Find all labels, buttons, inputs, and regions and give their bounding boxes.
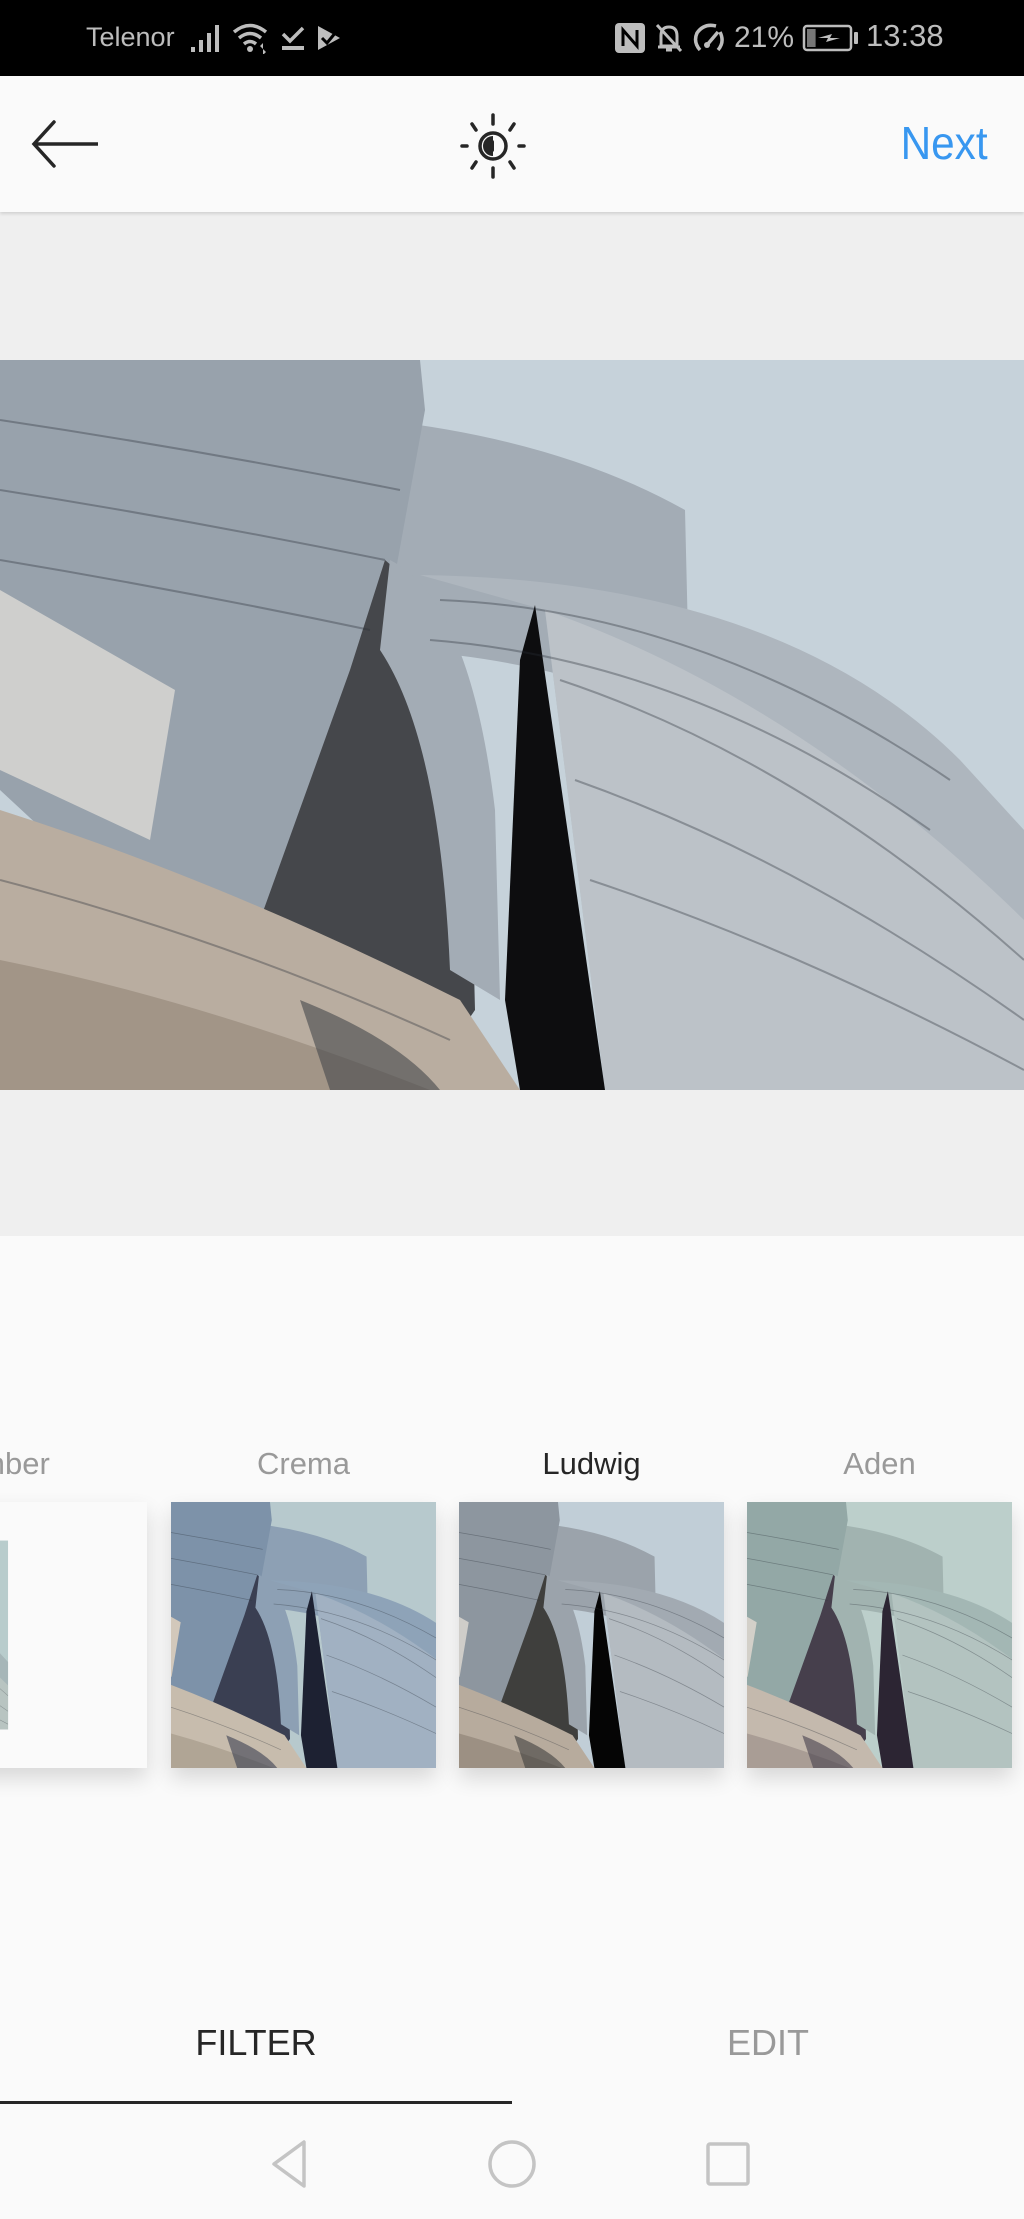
system-nav-bar xyxy=(0,2106,1024,2219)
tab-edit[interactable]: EDIT xyxy=(512,1990,1024,2106)
back-triangle-icon[interactable] xyxy=(262,2134,322,2194)
carrier-name: Telenor xyxy=(86,22,175,52)
nfc-icon xyxy=(615,23,645,53)
battery-charging-icon xyxy=(802,24,859,52)
status-right-icons: 21% xyxy=(614,20,860,56)
recents-square-icon[interactable] xyxy=(698,2134,758,2194)
tab-filter[interactable]: FILTER xyxy=(0,1990,512,2106)
lux-brightness-icon[interactable] xyxy=(458,111,528,181)
filter-label-crema: Crema xyxy=(256,1446,350,1481)
bell-off-icon xyxy=(655,23,683,53)
signal-icon xyxy=(191,25,219,52)
filter-thumb-amber[interactable] xyxy=(0,1502,147,1768)
play-store-icon xyxy=(318,26,340,50)
filter-label-amber: mber xyxy=(0,1446,50,1481)
download-done-icon xyxy=(281,26,305,50)
status-bar: Telenor 21% 13:38 xyxy=(0,0,1024,76)
editor-tabs: FILTER EDIT xyxy=(0,1990,1024,2106)
speedometer-icon xyxy=(693,23,724,52)
arrow-left-icon[interactable] xyxy=(30,116,100,172)
filter-label-aden: Aden xyxy=(843,1446,916,1481)
photo-preview-area xyxy=(0,212,1024,1236)
photo-preview[interactable] xyxy=(0,360,1024,1090)
filter-strip: mber Crema Ludwig Aden xyxy=(0,1236,1024,2036)
battery-percent: 21% xyxy=(734,21,795,54)
clock: 13:38 xyxy=(866,18,944,53)
active-tab-indicator xyxy=(0,2101,512,2104)
filter-label-ludwig: Ludwig xyxy=(542,1446,641,1481)
filter-thumb-crema[interactable] xyxy=(171,1502,436,1768)
filter-thumb-ludwig[interactable] xyxy=(459,1502,724,1768)
wifi-icon xyxy=(232,23,268,54)
status-left-icons xyxy=(190,20,342,56)
next-button[interactable]: Next xyxy=(901,116,988,170)
app-bar: Next xyxy=(0,76,1024,212)
filter-thumb-aden[interactable] xyxy=(747,1502,1012,1768)
home-circle-icon[interactable] xyxy=(482,2134,542,2194)
